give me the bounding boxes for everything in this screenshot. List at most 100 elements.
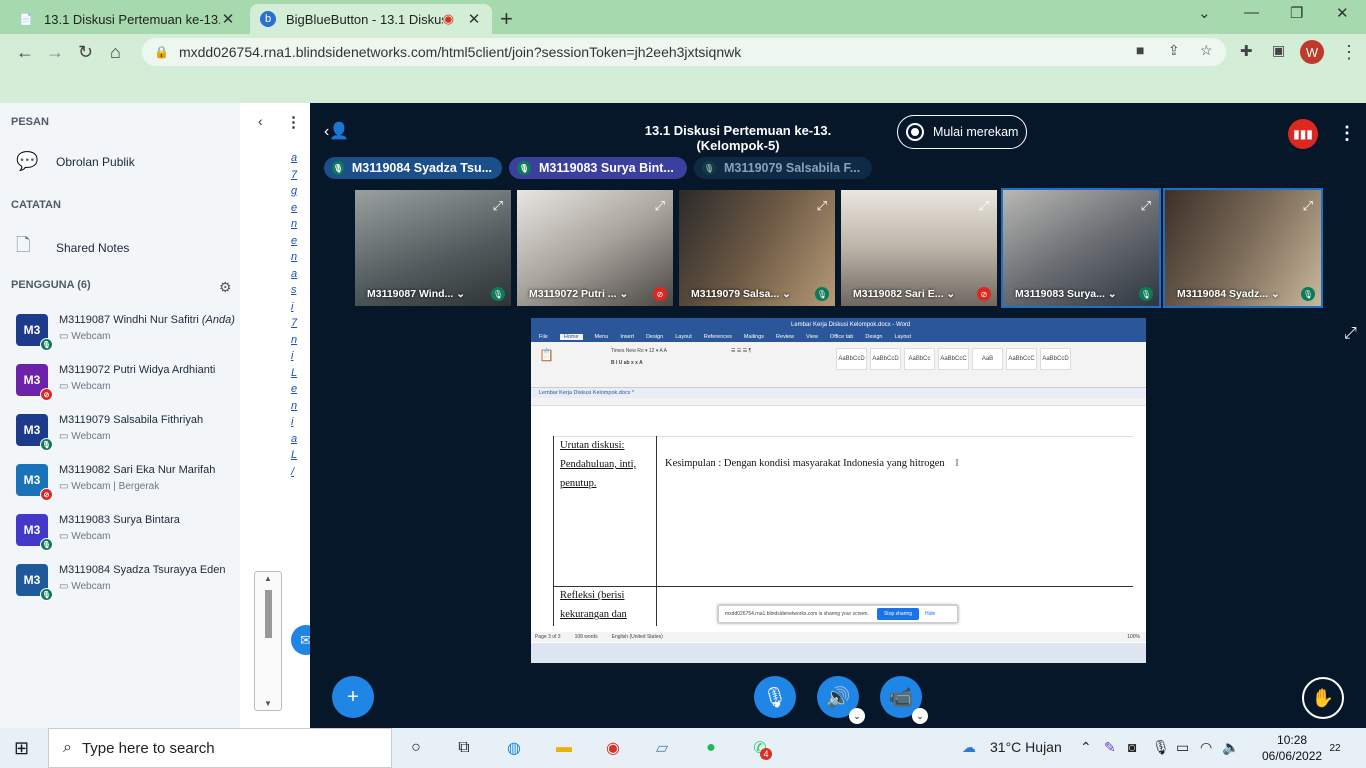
fullscreen-icon[interactable]: ⤢ (979, 198, 989, 214)
scroll-thumb[interactable] (265, 590, 272, 638)
home-button[interactable]: ⌂ (110, 42, 121, 63)
user-list-item[interactable]: M3 🎙 M3119084 Syadza Tsurayya Eden ▭ Web… (16, 564, 236, 601)
wifi-icon[interactable]: ◠ (1200, 739, 1212, 756)
fullscreen-icon[interactable]: ⤢ (817, 198, 827, 214)
close-tab-icon[interactable]: ✕ (466, 10, 482, 28)
chevron-down-icon[interactable]: ⌄ (912, 708, 928, 724)
extensions-icon[interactable]: ✚ (1240, 42, 1253, 60)
chrome-menu-icon[interactable]: ⋮ (1340, 42, 1358, 63)
fullscreen-share-icon[interactable]: ⤢ (1344, 325, 1357, 343)
stop-sharing-button[interactable]: Stop sharing (876, 608, 920, 620)
close-tab-icon[interactable]: ✕ (220, 10, 236, 28)
scroll-down-icon[interactable]: ▼ (264, 699, 272, 708)
profile-avatar[interactable]: W (1300, 40, 1324, 64)
mute-mic-button[interactable]: 🎙 (754, 676, 796, 718)
user-list-item[interactable]: M3 🎙 M3119083 Surya Bintara ▭ Webcam (16, 514, 236, 551)
user-status-text: Webcam (71, 431, 111, 442)
notes-scrollbar[interactable]: ▲ ▼ (254, 571, 282, 711)
avatar-initials: M3 (23, 373, 41, 387)
raise-hand-button[interactable]: ✋ (1302, 677, 1344, 719)
bigbluebutton-favicon-icon: b (260, 11, 276, 27)
webcam-label[interactable]: M3119082 Sari E... ⌄ (853, 288, 955, 300)
talking-indicator[interactable]: 🎙 M3119083 Surya Bint... (509, 157, 687, 179)
hide-notice-button[interactable]: Hide (925, 611, 935, 617)
toggle-userlist-icon[interactable]: ‹👤 (324, 121, 349, 141)
webcam-tile[interactable]: ⤢ M3119084 Syadz... ⌄ 🎙 (1163, 188, 1323, 308)
url-input[interactable]: 🔒 mxdd026754.rna1.blindsidenetworks.com/… (142, 38, 1226, 66)
user-list-item[interactable]: M3 🎙 M3119079 Salsabila Fithriyah ▭ Webc… (16, 414, 236, 451)
clock[interactable]: 10:28 06/06/2022 (1262, 732, 1322, 764)
actions-plus-button[interactable]: + (332, 676, 374, 718)
chevron-down-icon[interactable]: ⌄ (849, 708, 865, 724)
windows-start-icon[interactable]: ⊞ (14, 738, 29, 759)
fullscreen-icon[interactable]: ⤢ (655, 198, 665, 214)
camera-button[interactable]: 📹 ⌄ (880, 676, 928, 724)
webcam-label[interactable]: M3119079 Salsa... ⌄ (691, 288, 791, 300)
weather-icon[interactable]: ☁ (962, 739, 976, 756)
webcam-label[interactable]: M3119087 Wind... ⌄ (367, 288, 465, 300)
audio-button[interactable]: 🔊 ⌄ (817, 676, 865, 724)
word-ribbon: 📋 Times New Ro ▾ 12 ▾ A A B I U ab x x A… (531, 342, 1146, 388)
webcam-label[interactable]: M3119083 Surya... ⌄ (1015, 288, 1117, 300)
fullscreen-icon[interactable]: ⤢ (1303, 198, 1313, 214)
camera-in-use-icon[interactable]: ■ (1136, 42, 1144, 58)
close-window-button[interactable]: ✕ (1336, 4, 1349, 22)
volume-icon[interactable]: 🔈 (1222, 739, 1239, 756)
new-tab-button[interactable]: + (500, 6, 513, 32)
tab-search-icon[interactable]: ⌄ (1198, 4, 1211, 22)
talking-indicator[interactable]: 🎙 M3119084 Syadza Tsu... (324, 157, 502, 179)
user-list-item[interactable]: M3 🎙 M3119087 Windhi Nur Safitri (Anda) … (16, 314, 236, 351)
start-recording-button[interactable]: Mulai merekam (897, 115, 1027, 149)
task-view-icon[interactable]: ⧉ (452, 736, 476, 760)
user-info: M3119087 Windhi Nur Safitri (Anda) ▭ Web… (59, 314, 235, 348)
user-list-item[interactable]: M3 ⊘ M3119072 Putri Widya Ardhianti ▭ We… (16, 364, 236, 401)
side-panel-icon[interactable]: ▣ (1272, 42, 1285, 59)
reload-button[interactable]: ↻ (78, 42, 93, 63)
shared-notes-item[interactable]: 🗋 Shared Notes (16, 233, 129, 263)
webcam-tile[interactable]: ⤢ M3119079 Salsa... ⌄ 🎙 (677, 188, 837, 308)
minimize-button[interactable]: — (1244, 4, 1259, 21)
scroll-up-icon[interactable]: ▲ (264, 574, 272, 583)
public-chat-item[interactable]: 💬 Obrolan Publik (16, 151, 135, 172)
show-hidden-icons[interactable]: ⌃ (1080, 739, 1092, 756)
webcam-tile[interactable]: ⤢ M3119087 Wind... ⌄ 🎙 (353, 188, 513, 308)
bookmark-star-icon[interactable]: ☆ (1200, 42, 1213, 59)
forward-button[interactable]: → (46, 42, 64, 63)
webcam-label[interactable]: M3119072 Putri ... ⌄ (529, 288, 628, 300)
file-explorer-icon[interactable]: ▬ (552, 736, 576, 760)
spotify-icon[interactable]: ● (699, 736, 723, 760)
browser-tab-2[interactable]: b BigBlueButton - 13.1 Diskusi ◉ ✕ (250, 4, 492, 34)
collapse-panel-icon[interactable]: ‹ (258, 113, 263, 129)
taskbar-search-input[interactable]: ⌕ Type here to search (48, 728, 392, 768)
share-icon[interactable]: ⇪ (1168, 42, 1180, 59)
browser-tab-1[interactable]: 📄 13.1 Diskusi Pertemuan ke-13. ✕ (8, 4, 246, 34)
pen-icon[interactable]: ✎ (1104, 739, 1116, 756)
user-status-text: Webcam (71, 381, 111, 392)
talking-indicator[interactable]: 🎙 M3119079 Salsabila F... (694, 157, 872, 179)
notifications-button[interactable]: 22 (1324, 737, 1346, 759)
chrome-icon[interactable]: ◉ (601, 736, 625, 760)
restore-button[interactable]: ❐ (1290, 4, 1303, 22)
user-list-item[interactable]: M3 ⊘ M3119082 Sari Eka Nur Marifah ▭ Web… (16, 464, 236, 501)
battery-icon[interactable]: ▭ (1176, 739, 1189, 756)
notes-menu-icon[interactable]: ⋮ (286, 113, 301, 131)
microphone-icon: 🎙 (517, 161, 531, 175)
edge-icon[interactable]: ◍ (502, 736, 526, 760)
fullscreen-icon[interactable]: ⤢ (1141, 198, 1151, 214)
webcam-tile[interactable]: ⤢ M3119082 Sari E... ⌄ ⊘ (839, 188, 999, 308)
webcam-tile[interactable]: ⤢ M3119083 Surya... ⌄ 🎙 (1001, 188, 1161, 308)
camera-tray-icon[interactable]: ◙ (1128, 739, 1136, 755)
cortana-icon[interactable]: ○ (404, 736, 428, 760)
back-button[interactable]: ← (16, 42, 34, 63)
fullscreen-icon[interactable]: ⤢ (493, 198, 503, 214)
notes-app-icon[interactable]: ▱ (650, 736, 674, 760)
webcam-label[interactable]: M3119084 Syadz... ⌄ (1177, 288, 1280, 300)
weather-text[interactable]: 31°C Hujan (990, 739, 1062, 755)
connection-status-icon[interactable]: ▮▮▮ (1288, 119, 1318, 149)
mic-tray-icon[interactable]: 🎙 (1152, 739, 1170, 756)
notes-link-text: a 7 g e n e n a s i 7 n i Le n i a L / (291, 152, 298, 478)
options-menu-icon[interactable]: ⋮ (1338, 123, 1356, 144)
user-settings-gear-icon[interactable]: ⚙ (219, 279, 232, 296)
webcam-tile[interactable]: ⤢ M3119072 Putri ... ⌄ ⊘ (515, 188, 675, 308)
screenshare-view[interactable]: Lembar Kerja Diskusi Kelompok.docx - Wor… (531, 318, 1146, 663)
